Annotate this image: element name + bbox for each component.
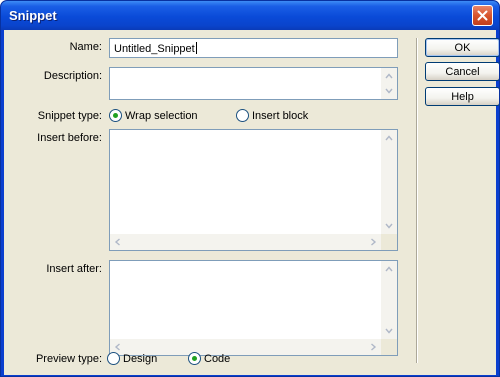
insert-before-horizontal-scrollbar[interactable] xyxy=(110,234,381,250)
description-label: Description: xyxy=(43,70,102,82)
chevron-up-icon xyxy=(385,135,393,141)
scrollbar-corner xyxy=(381,339,397,355)
vertical-divider xyxy=(416,38,418,363)
close-button[interactable] xyxy=(472,5,493,26)
radio-wrap-selection-label: Wrap selection xyxy=(125,109,198,122)
scroll-up-arrow[interactable] xyxy=(381,261,397,277)
cancel-button[interactable]: Cancel xyxy=(425,62,499,81)
chevron-down-icon xyxy=(385,88,393,94)
chevron-left-icon xyxy=(114,343,120,351)
scroll-up-arrow[interactable] xyxy=(381,68,397,84)
radio-button-selected[interactable] xyxy=(188,352,201,365)
snippet-type-label: Snippet type: xyxy=(37,110,102,122)
radio-code[interactable]: Code xyxy=(188,352,230,365)
radio-insert-block-label: Insert block xyxy=(252,109,309,122)
insert-before-input[interactable] xyxy=(109,129,398,251)
dialog-body: Name: Untitled_Snippet Description: Snip… xyxy=(4,30,499,375)
insert-after-vertical-scrollbar[interactable] xyxy=(381,261,397,339)
description-input[interactable] xyxy=(109,67,398,100)
chevron-right-icon xyxy=(371,343,377,351)
name-input-value: Untitled_Snippet xyxy=(114,43,195,55)
scroll-down-arrow[interactable] xyxy=(381,323,397,339)
title-bar[interactable]: Snippet xyxy=(1,1,499,30)
radio-insert-block[interactable]: Insert block xyxy=(236,109,308,122)
help-button[interactable]: Help xyxy=(425,87,499,106)
snippet-dialog: Snippet Name: Untitled_Snippet Descripti… xyxy=(0,0,500,377)
scroll-up-arrow[interactable] xyxy=(381,130,397,146)
chevron-down-icon xyxy=(385,328,393,334)
chevron-right-icon xyxy=(371,238,377,246)
radio-design[interactable]: Design xyxy=(107,352,157,365)
insert-after-input[interactable] xyxy=(109,260,398,356)
radio-button[interactable] xyxy=(107,352,120,365)
description-vertical-scrollbar[interactable] xyxy=(381,68,397,99)
name-input[interactable]: Untitled_Snippet xyxy=(109,38,398,58)
name-label: Name: xyxy=(69,41,102,53)
insert-before-vertical-scrollbar[interactable] xyxy=(381,130,397,234)
close-icon xyxy=(477,10,488,21)
radio-button-selected[interactable] xyxy=(109,109,122,122)
scroll-right-arrow[interactable] xyxy=(365,234,381,250)
scroll-right-arrow[interactable] xyxy=(365,339,381,355)
radio-wrap-selection[interactable]: Wrap selection xyxy=(109,109,198,122)
radio-design-label: Design xyxy=(123,352,158,365)
insert-after-label: Insert after: xyxy=(46,263,102,275)
radio-code-label: Code xyxy=(204,352,231,365)
window-title: Snippet xyxy=(9,8,57,23)
radio-button[interactable] xyxy=(236,109,249,122)
chevron-up-icon xyxy=(385,73,393,79)
scroll-down-arrow[interactable] xyxy=(381,218,397,234)
scroll-down-arrow[interactable] xyxy=(381,83,397,99)
scrollbar-corner xyxy=(381,234,397,250)
insert-before-label: Insert before: xyxy=(37,132,102,144)
ok-button[interactable]: OK xyxy=(425,38,499,57)
chevron-up-icon xyxy=(385,266,393,272)
text-caret xyxy=(195,42,197,54)
scroll-left-arrow[interactable] xyxy=(110,234,126,250)
preview-type-label: Preview type: xyxy=(35,353,102,365)
chevron-down-icon xyxy=(385,223,393,229)
chevron-left-icon xyxy=(114,238,120,246)
